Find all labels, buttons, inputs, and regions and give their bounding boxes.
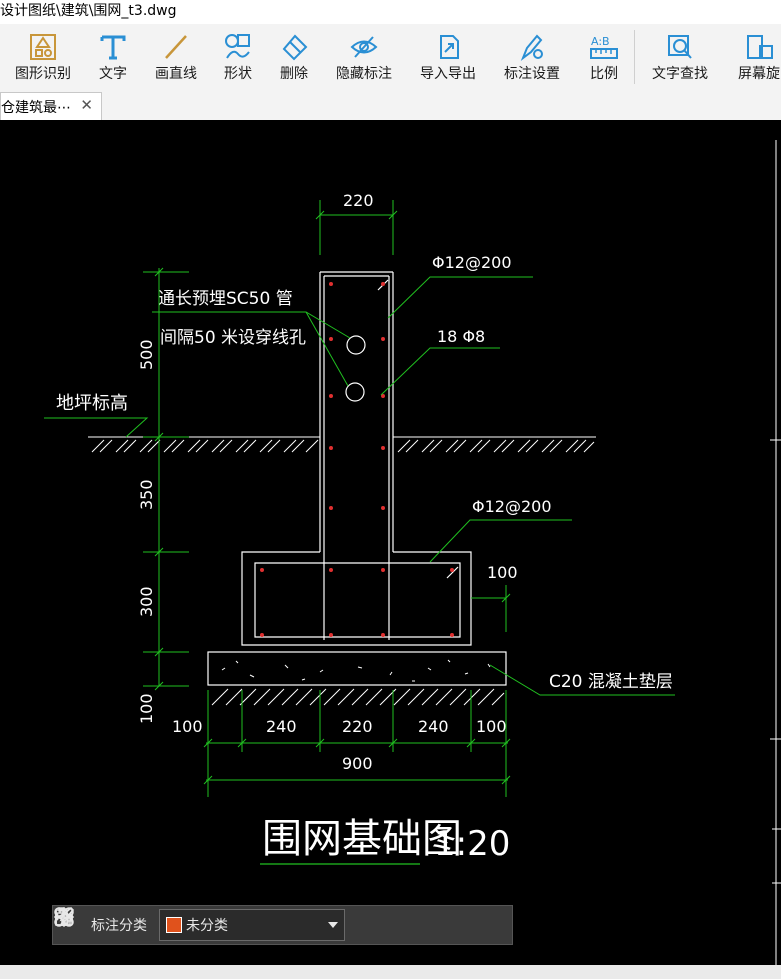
tab-document[interactable]: 仓建筑最⋯ ✕ xyxy=(0,92,102,120)
move-button[interactable] xyxy=(53,906,429,944)
dim-bottom-0: 100 xyxy=(172,717,203,736)
paste-button[interactable] xyxy=(55,906,505,944)
text-icon xyxy=(100,35,126,60)
rebar-base-text: Φ12@200 xyxy=(472,497,552,516)
dim-bottom-1: 240 xyxy=(266,717,297,736)
delete-button[interactable]: 删除 xyxy=(276,24,312,90)
dim-bottom-2: 220 xyxy=(342,717,373,736)
cushion-layer xyxy=(207,651,507,686)
toolbar-separator xyxy=(634,30,635,84)
copy-button[interactable] xyxy=(55,906,467,944)
dropdown-value: 未分类 xyxy=(186,918,228,934)
scale-button[interactable]: A:B 比例 xyxy=(586,24,622,90)
tab-label: 仓建筑最⋯ xyxy=(1,99,71,116)
annotation-bar: 标注分类 未分类 xyxy=(52,905,513,945)
annotation-settings-icon xyxy=(520,34,543,61)
drawing-canvas[interactable]: 220 Φ12@200 通长预埋SC50 管 间隔50 米设穿线孔 18 Φ8 … xyxy=(0,120,781,965)
dim-left-350: 350 xyxy=(137,479,156,510)
rebar-top-text: Φ12@200 xyxy=(432,253,512,272)
shape-recognize-icon xyxy=(30,34,56,60)
screen-rotate-icon xyxy=(747,35,773,59)
close-icon[interactable]: ✕ xyxy=(80,96,93,114)
dim-top-text: 220 xyxy=(343,191,374,210)
layer-label: C20 混凝土垫层 xyxy=(549,672,673,692)
main-toolbar: 图形识别 文字 画直线 形状 删除 隐藏标注 导入导出 标注设置 A:B 比例 … xyxy=(0,24,781,90)
window-title-bar: 设计图纸\建筑\围网_t3.dwg xyxy=(0,0,781,24)
shapes-icon xyxy=(225,34,250,59)
dim-right xyxy=(471,585,511,632)
dim-left-300: 300 xyxy=(137,586,156,617)
document-tab-bar: 仓建筑最⋯ ✕ xyxy=(0,90,781,120)
hide-annotation-button[interactable]: 隐藏标注 xyxy=(332,24,396,90)
ground-line xyxy=(88,436,596,453)
cad-drawing: 220 Φ12@200 通长预埋SC50 管 间隔50 米设穿线孔 18 Φ8 … xyxy=(44,140,781,965)
dim-bottom xyxy=(203,690,511,797)
text-search-icon xyxy=(668,35,692,59)
paste-icon xyxy=(55,907,73,926)
status-bar xyxy=(0,965,781,979)
scale-icon: A:B xyxy=(590,35,618,59)
note-line1: 通长预埋SC50 管 xyxy=(158,289,293,309)
eye-hide-icon xyxy=(350,36,378,58)
dim-left-100: 100 xyxy=(137,693,156,724)
drawing-title: 围网基础图 xyxy=(262,816,462,862)
dim-left-500: 500 xyxy=(137,339,156,370)
shape-recognize-button[interactable]: 图形识别 xyxy=(12,24,74,90)
footing xyxy=(241,551,472,646)
draw-line-button[interactable]: 画直线 xyxy=(151,24,201,90)
annotation-category-dropdown[interactable]: 未分类 xyxy=(159,909,345,941)
import-export-button[interactable]: 导入导出 xyxy=(416,24,480,90)
dim-bottom-4: 100 xyxy=(476,717,507,736)
edit-button[interactable] xyxy=(55,906,391,944)
rebar-mid-text: 18 Φ8 xyxy=(437,327,485,346)
svg-text:A:B: A:B xyxy=(591,35,610,48)
screen-rotate-button[interactable]: 屏幕旋 xyxy=(734,24,781,90)
dim-bottom-3: 240 xyxy=(418,717,449,736)
text-button[interactable]: 文字 xyxy=(93,24,133,90)
window-title: 设计图纸\建筑\围网_t3.dwg xyxy=(0,3,177,19)
category-color-swatch xyxy=(166,917,182,933)
dim-total: 900 xyxy=(342,754,373,773)
eraser-icon xyxy=(282,34,308,61)
note-line2: 间隔50 米设穿线孔 xyxy=(160,328,306,348)
annotation-settings-button[interactable]: 标注设置 xyxy=(500,24,564,90)
annotation-category-label: 标注分类 xyxy=(91,918,147,934)
bottom-hatch xyxy=(211,688,505,706)
import-export-icon xyxy=(440,35,459,59)
shapes-button[interactable]: 形状 xyxy=(220,24,256,90)
drawing-scale: 1:20 xyxy=(434,824,510,864)
line-icon xyxy=(165,35,187,59)
dim-right-text: 100 xyxy=(487,563,518,582)
ground-label: 地坪标高 xyxy=(56,393,128,414)
chevron-down-icon xyxy=(328,922,338,928)
text-search-button[interactable]: 文字查找 xyxy=(648,24,712,90)
